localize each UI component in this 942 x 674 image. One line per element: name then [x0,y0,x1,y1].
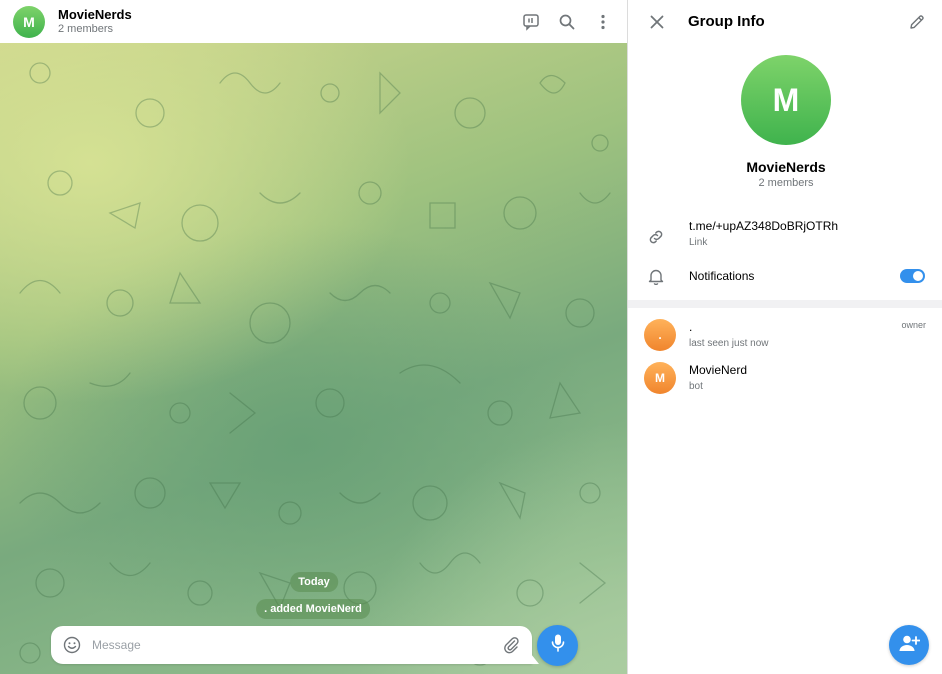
message-composer [51,626,539,664]
group-avatar[interactable]: M [741,55,831,145]
attach-icon[interactable] [500,634,522,656]
chat-title: MovieNerds [58,7,132,22]
video-chat-icon[interactable] [520,11,542,33]
member-row[interactable]: M MovieNerd bot [628,361,942,395]
more-vertical-icon[interactable] [592,11,614,33]
member-row[interactable]: . . last seen just now owner [628,318,942,352]
group-info-header: Group Info [628,0,942,43]
chat-panel: M MovieNerds 2 members Today . added Mov… [0,0,628,674]
section-divider [628,300,942,308]
group-info-title: Group Info [688,13,765,30]
invite-link-texts: t.me/+upAZ348DoBRjOTRh Link [689,219,838,250]
invite-link-value: t.me/+upAZ348DoBRjOTRh [689,219,839,233]
chat-avatar[interactable]: M [13,5,45,38]
member-role-badge: owner [901,320,926,330]
emoji-icon[interactable] [61,634,83,656]
member-name: MovieNerd [689,363,748,377]
date-pill: Today [290,572,338,592]
group-member-count: 2 members [758,177,814,189]
chat-header: M MovieNerds 2 members [0,0,627,43]
member-name: . [689,320,693,334]
chat-member-count: 2 members [58,23,114,35]
notifications-texts: Notifications [689,269,754,284]
invite-link-label: Link [689,237,708,248]
invite-link-row[interactable]: t.me/+upAZ348DoBRjOTRh Link [628,219,942,250]
telegram-app: M MovieNerds 2 members Today . added Mov… [0,0,942,674]
service-message: . added MovieNerd [256,599,370,619]
member-avatar: . [644,319,676,351]
notifications-label: Notifications [689,268,755,283]
member-avatar: M [644,362,676,394]
add-member-button[interactable] [889,625,929,665]
toggle-knob [912,270,924,282]
member-texts: MovieNerd bot [689,363,747,393]
bell-icon [646,266,666,286]
chat-title-block[interactable]: MovieNerds 2 members [58,7,132,36]
member-status: bot [689,381,703,392]
message-input[interactable] [92,638,500,652]
microphone-button[interactable] [537,625,578,666]
add-user-icon [898,634,921,657]
link-icon [646,227,666,247]
group-info-panel: Group Info M MovieNerds 2 members t.me/+… [628,0,942,674]
search-icon[interactable] [556,11,578,33]
close-icon[interactable] [646,11,668,33]
pencil-icon[interactable] [906,11,928,33]
notifications-toggle[interactable] [900,269,925,283]
notifications-row[interactable]: Notifications [628,266,942,286]
group-name: MovieNerds [746,159,826,175]
microphone-icon [549,633,567,658]
member-texts: . last seen just now [689,320,769,350]
member-status: last seen just now [689,338,769,349]
chat-header-actions [520,0,614,43]
